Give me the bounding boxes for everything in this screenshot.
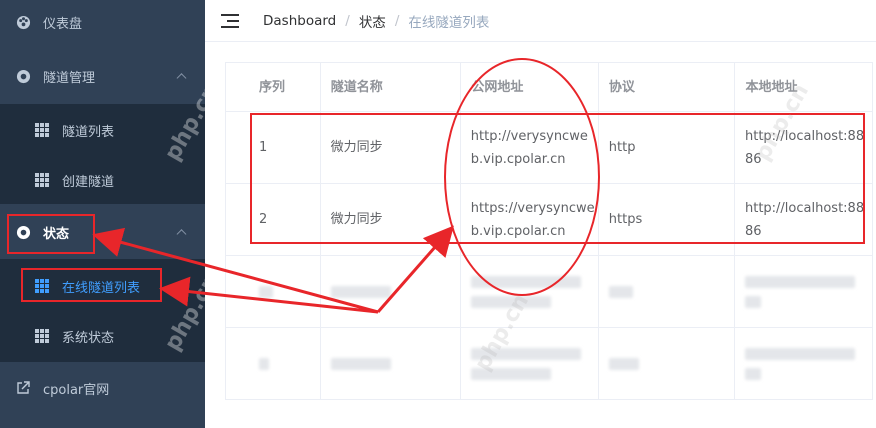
annotation-arrows <box>92 225 454 314</box>
